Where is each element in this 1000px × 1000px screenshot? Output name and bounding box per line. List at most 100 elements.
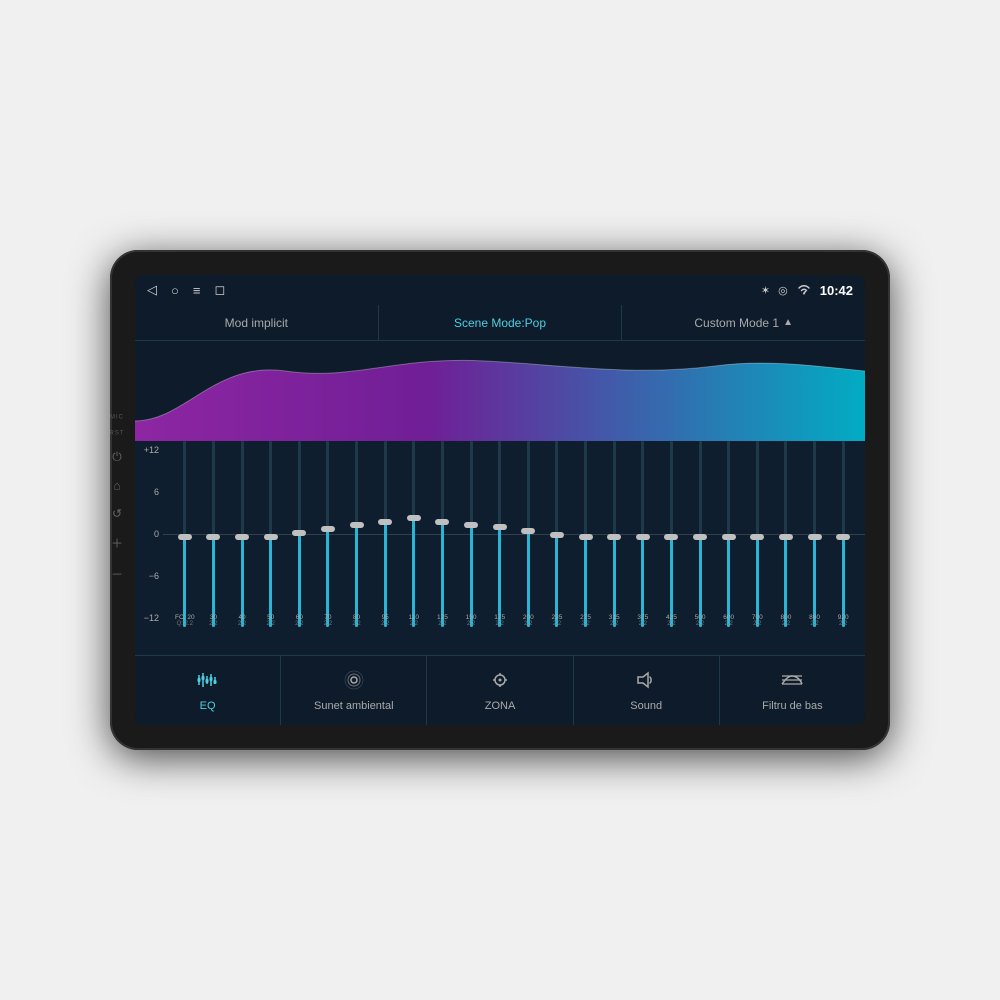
slider-label-200: 2002.2 [514,614,542,627]
slider-col-700: 7002.2 [744,441,772,627]
nav-zona[interactable]: ZONA [427,656,573,725]
slider-track-125[interactable] [441,441,444,627]
slider-col-110: 1102.2 [400,441,428,627]
slider-track-315[interactable] [613,441,616,627]
slider-track-95[interactable] [384,441,387,627]
q-label-920: 2.2 [839,621,847,627]
slider-track-110[interactable] [412,441,415,627]
power-icon[interactable]: ⏻ [109,447,125,468]
slider-track-70[interactable] [326,441,329,627]
home-icon[interactable]: ○ [171,283,179,298]
slider-handle-500[interactable] [693,534,707,540]
slider-col-20: FC: 20Q: 2.2 [171,441,199,627]
slider-track-600[interactable] [727,441,730,627]
slider-label-315: 3152.2 [600,614,628,627]
slider-fill-95 [384,519,387,627]
slider-track-235[interactable] [555,441,558,627]
q-label-700: 2.2 [753,621,761,627]
slider-label-20: FC: 20Q: 2.2 [171,614,199,627]
slider-handle-175[interactable] [493,524,507,530]
slider-handle-920[interactable] [836,534,850,540]
slider-track-30[interactable] [212,441,215,627]
slider-track-435[interactable] [670,441,673,627]
slider-track-150[interactable] [470,441,473,627]
slider-track-50[interactable] [269,441,272,627]
slider-handle-235[interactable] [550,532,564,538]
back-side-icon[interactable]: ↺ [109,504,125,524]
mode-custom[interactable]: Custom Mode 1 ▲ [622,305,865,340]
status-bar: ◁ ○ ≡ ◻ ✶ ◎ 10:42 [135,275,865,305]
slider-handle-800[interactable] [779,534,793,540]
slider-label-70: 702.2 [314,614,342,627]
status-bar-left: ◁ ○ ≡ ◻ [147,282,225,298]
q-label-150: 2.2 [467,621,475,627]
back-icon[interactable]: ◁ [147,282,157,298]
slider-handle-95[interactable] [378,519,392,525]
slider-track-920[interactable] [842,441,845,627]
mode-implicit[interactable]: Mod implicit [135,305,379,340]
freq-label-435: 435 [666,614,677,621]
slider-handle-40[interactable] [235,534,249,540]
slider-handle-125[interactable] [435,519,449,525]
slider-track-860[interactable] [813,441,816,627]
slider-handle-20[interactable] [178,534,192,540]
slider-track-200[interactable] [527,441,530,627]
slider-track-275[interactable] [584,441,587,627]
slider-track-60[interactable] [298,441,301,627]
slider-handle-70[interactable] [321,526,335,532]
slider-handle-435[interactable] [664,534,678,540]
slider-handle-375[interactable] [636,534,650,540]
slider-track-175[interactable] [498,441,501,627]
q-label-235: 2.2 [553,621,561,627]
rst-label: RST [110,431,125,437]
q-label-435: 2.2 [667,621,675,627]
slider-track-80[interactable] [355,441,358,627]
nav-sound[interactable]: Sound [574,656,720,725]
slider-label-175: 1752.2 [486,614,514,627]
mic-label: MIC [110,415,124,421]
mode-scene[interactable]: Scene Mode:Pop [379,305,623,340]
slider-track-40[interactable] [241,441,244,627]
slider-fill-125 [441,519,444,627]
freq-label-110: 110 [409,614,419,621]
recent-icon[interactable]: ◻ [214,282,225,298]
slider-handle-150[interactable] [464,522,478,528]
slider-label-275: 2752.2 [572,614,600,627]
slider-handle-30[interactable] [206,534,220,540]
slider-handle-110[interactable] [407,515,421,521]
wifi-icon [796,283,812,298]
slider-handle-315[interactable] [607,534,621,540]
nav-filtru[interactable]: Filtru de bas [720,656,865,725]
slider-track-800[interactable] [784,441,787,627]
slider-handle-60[interactable] [292,530,306,536]
freq-label-500: 500 [695,614,706,621]
freq-label-860: 860 [809,614,820,621]
slider-handle-275[interactable] [579,534,593,540]
vol-down-icon[interactable]: － [108,563,126,586]
mode-bar: Mod implicit Scene Mode:Pop Custom Mode … [135,305,865,341]
slider-track-375[interactable] [641,441,644,627]
slider-handle-600[interactable] [722,534,736,540]
menu-icon[interactable]: ≡ [193,283,201,298]
q-label-125: 2.2 [438,621,446,627]
nav-sunet[interactable]: Sunet ambiental [281,656,427,725]
slider-handle-80[interactable] [350,522,364,528]
slider-label-860: 8602.2 [801,614,829,627]
slider-track-20[interactable] [183,441,186,627]
vol-up-icon[interactable]: ＋ [108,532,126,555]
ambient-icon [342,670,366,696]
nav-eq[interactable]: EQ [135,656,281,725]
slider-handle-860[interactable] [808,534,822,540]
slider-handle-50[interactable] [264,534,278,540]
slider-col-200: 2002.2 [515,441,543,627]
slider-track-700[interactable] [756,441,759,627]
slider-col-375: 3752.2 [629,441,657,627]
slider-label-500: 5002.2 [686,614,714,627]
slider-handle-200[interactable] [521,528,535,534]
slider-label-40: 402.2 [228,614,256,627]
slider-label-800: 8002.2 [772,614,800,627]
slider-col-860: 8602.2 [801,441,829,627]
slider-handle-700[interactable] [750,534,764,540]
slider-track-500[interactable] [699,441,702,627]
home-side-icon[interactable]: ⌂ [110,476,123,496]
